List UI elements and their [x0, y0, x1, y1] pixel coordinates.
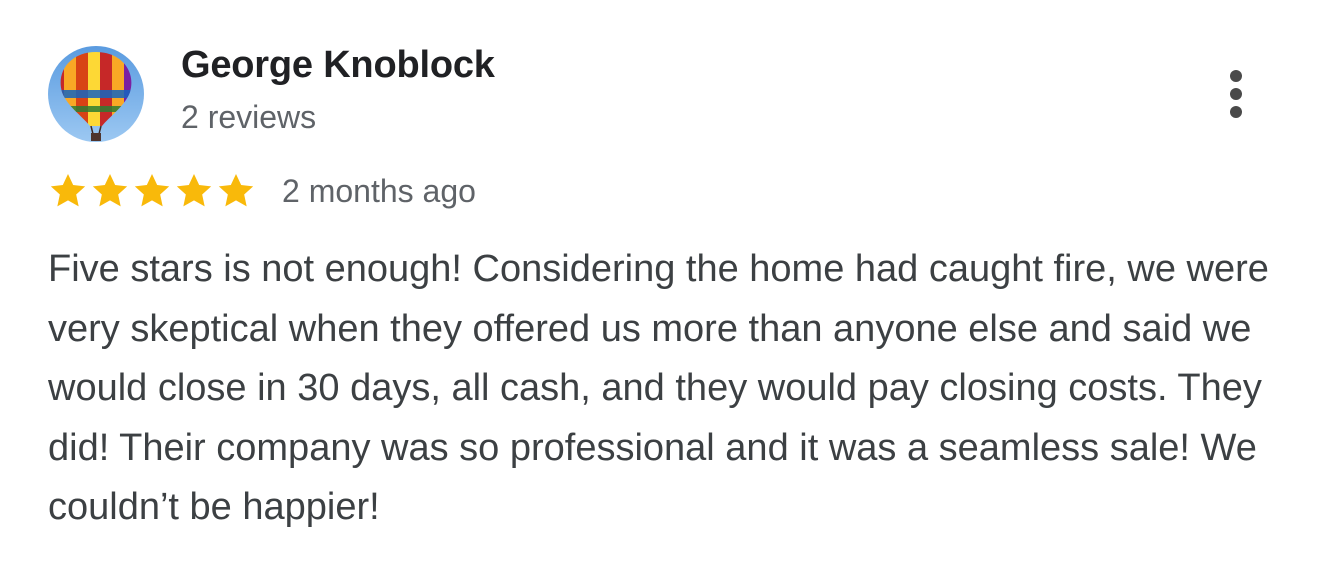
review-count: 2 reviews	[181, 99, 317, 135]
rating-row: 2 months ago	[48, 170, 476, 212]
more-vert-icon	[1230, 70, 1242, 82]
star-icon	[92, 174, 128, 207]
star-icon	[134, 174, 170, 207]
review-card: George Knoblock 2 reviews 2 months ago F…	[0, 0, 1320, 569]
author-name[interactable]: George Knoblock	[181, 44, 495, 87]
avatar[interactable]	[48, 46, 144, 142]
star-icon	[176, 174, 212, 207]
star-icon	[218, 174, 254, 207]
star-rating	[48, 171, 256, 211]
review-timestamp: 2 months ago	[282, 172, 476, 209]
more-options-button[interactable]	[1216, 64, 1256, 124]
review-text: Five stars is not enough! Considering th…	[48, 248, 1269, 528]
hot-air-balloon-icon	[48, 46, 144, 142]
star-icon	[50, 174, 86, 207]
